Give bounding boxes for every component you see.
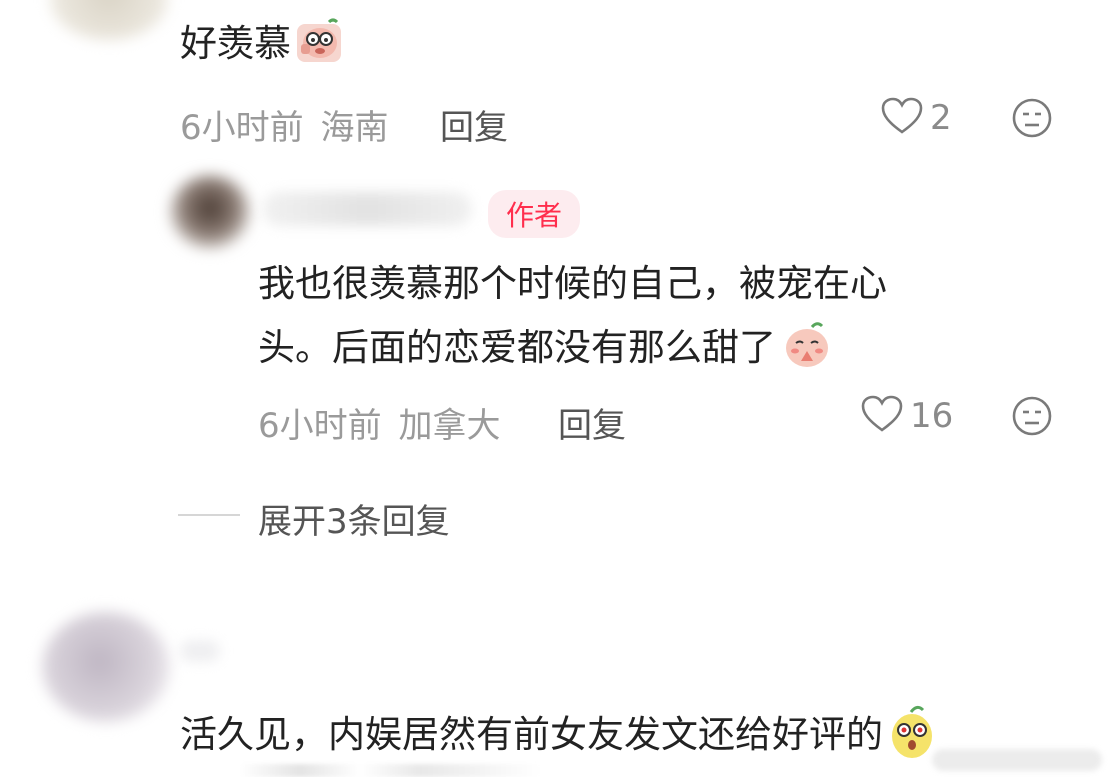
comment-text: 好羡慕	[180, 18, 343, 73]
reply-meta: 6小时前 加拿大	[258, 398, 500, 447]
comment-location: 海南	[320, 108, 389, 148]
comment-body: 活久见，内娱居然有前女友发文还给好评的	[180, 712, 883, 756]
heart-icon	[860, 394, 904, 438]
expand-replies-button[interactable]: 展开3条回复	[258, 494, 450, 543]
praying-pig-sticker-icon	[782, 321, 832, 378]
dislike-face-icon[interactable]	[1010, 394, 1054, 442]
reply-time: 6小时前	[258, 406, 382, 446]
comment-text: 活久见，内娱居然有前女友发文还给好评的	[180, 704, 937, 769]
partial-next-line	[240, 764, 540, 777]
reply-location: 加拿大	[398, 406, 501, 446]
reply-button[interactable]: 回复	[440, 100, 508, 149]
comment-body: 好羡慕	[180, 21, 291, 65]
shocked-peach-sticker-icon	[887, 704, 937, 769]
commenter-avatar[interactable]	[50, 0, 168, 40]
commenter-name-blurred	[180, 640, 220, 662]
reply-text: 我也很羡慕那个时候的自己，被宠在心 头。后面的恋爱都没有那么甜了	[258, 262, 887, 378]
reply-line-1: 我也很羡慕那个时候的自己，被宠在心	[258, 262, 887, 305]
crying-pig-sticker-icon	[295, 18, 343, 73]
watermark-blur	[932, 749, 1102, 771]
reply-line-2: 头。后面的恋爱都没有那么甜了	[258, 321, 887, 378]
reply-button[interactable]: 回复	[558, 398, 626, 447]
like-button[interactable]: 16	[860, 394, 953, 438]
commenter-avatar[interactable]	[42, 612, 170, 722]
like-button[interactable]: 2	[880, 96, 952, 140]
author-name-blurred	[262, 192, 472, 226]
author-avatar[interactable]	[170, 175, 250, 249]
heart-icon	[880, 96, 924, 140]
like-count: 16	[910, 396, 954, 436]
like-count: 2	[930, 98, 952, 138]
comment-time: 6小时前	[180, 108, 304, 148]
dislike-face-icon[interactable]	[1010, 96, 1054, 144]
expand-divider	[178, 514, 240, 516]
author-badge: 作者	[488, 190, 581, 238]
comment-meta: 6小时前 海南	[180, 100, 388, 149]
